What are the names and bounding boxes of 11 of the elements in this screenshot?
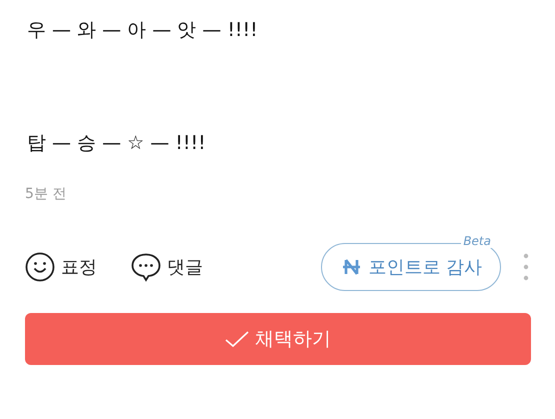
- smiley-icon: [25, 252, 55, 282]
- post-text: 우 — 와 — 아 — 앗 — !!!!: [27, 18, 259, 43]
- reaction-button[interactable]: 표정: [25, 252, 97, 282]
- timestamp: 5분 전: [25, 185, 68, 203]
- beta-badge: Beta: [461, 234, 493, 248]
- n-coin-icon: [342, 257, 362, 277]
- check-icon: [225, 330, 249, 348]
- comment-button[interactable]: 댓글: [131, 252, 203, 282]
- speech-bubble-icon: [131, 252, 161, 282]
- more-icon[interactable]: [523, 253, 529, 281]
- post-text: 탑 — 승 — ☆ — !!!!: [27, 131, 207, 156]
